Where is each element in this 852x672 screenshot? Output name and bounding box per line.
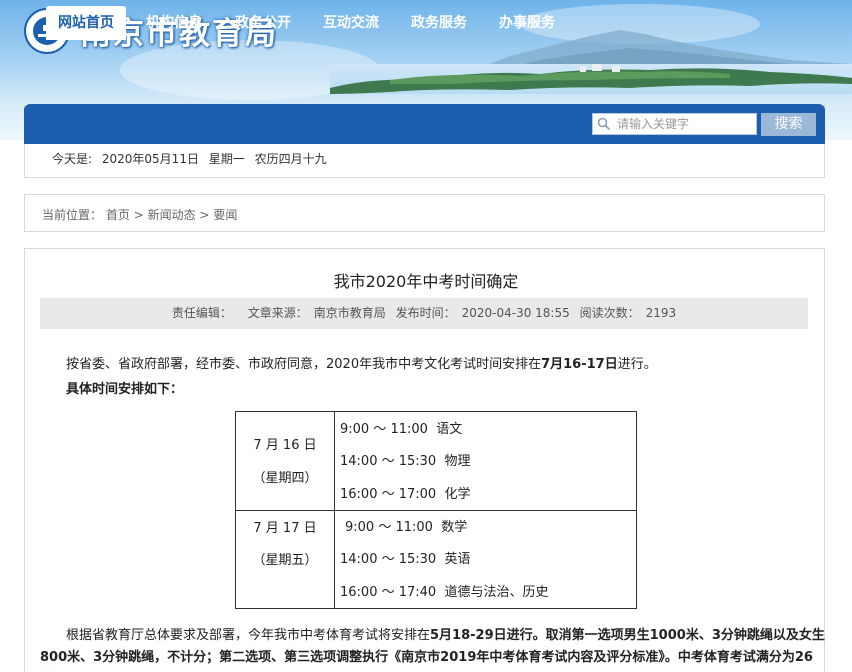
- meta-source-label: 文章来源：: [247, 306, 308, 320]
- breadcrumb-separator: >: [133, 208, 144, 222]
- session-time: 16:00 ～ 17:00: [340, 487, 437, 502]
- session-subject: 道德与法治、历史: [444, 585, 549, 600]
- schedule-heading-text: 具体时间安排如下：: [66, 382, 184, 397]
- nav-item-interaction[interactable]: 互动交流: [310, 6, 392, 40]
- session-subject: 化学: [444, 487, 471, 502]
- intro-dates: 7月16-17日: [541, 357, 618, 372]
- table-divider: [236, 510, 636, 511]
- session-time: 14:00 ～ 15:30: [340, 454, 437, 469]
- intro-text-end: 进行。: [617, 357, 657, 372]
- meta-views: 2193: [645, 306, 677, 320]
- breadcrumb-news[interactable]: 新闻动态: [148, 208, 196, 222]
- current-weekday: 星期一: [208, 152, 245, 166]
- day-2-date: 7 月 17 日: [253, 521, 317, 536]
- breadcrumb-separator: >: [199, 208, 210, 222]
- session-time: 14:00 ～ 15:30: [340, 552, 437, 567]
- table-row: 9:00 ～ 11:00 语文: [340, 418, 462, 437]
- current-date: 2020年05月11日: [101, 152, 199, 166]
- pe-text-bold: 800米、3分钟跳绳，不计分；第二选项、第三选项调整执行《南京市2019年中考体…: [40, 650, 813, 665]
- table-row: 14:00 ～ 15:30 物理: [340, 450, 470, 469]
- meta-published: 2020-04-30 18:55: [461, 306, 570, 320]
- breadcrumb: 当前位置： 首页 > 新闻动态 > 要闻: [42, 206, 237, 223]
- meta-source: 南京市教育局: [313, 306, 386, 320]
- island-illustration: [330, 64, 852, 94]
- article-intro: 按省委、省政府部署，经市委、市政府同意，2020年我市中考文化考试时间安排在7月…: [66, 353, 657, 372]
- session-subject: 语文: [436, 422, 463, 437]
- table-row: 9:00 ～ 11:00 数学: [345, 516, 467, 535]
- table-row: 16:00 ～ 17:00 化学: [340, 483, 470, 502]
- date-prefix: 今天是:: [52, 152, 93, 166]
- search-button[interactable]: 搜索: [761, 113, 816, 136]
- intro-text: 按省委、省政府部署，经市委、市政府同意，2020年我市中考文化考试时间安排在: [66, 357, 542, 372]
- search-icon: [597, 117, 611, 131]
- breadcrumb-headlines[interactable]: 要闻: [213, 208, 237, 222]
- breadcrumb-panel: 当前位置： 首页 > 新闻动态 > 要闻: [24, 194, 825, 232]
- nav-item-organization[interactable]: 机构信息: [133, 6, 215, 40]
- article-pe-paragraph: 根据省教育厅总体要求及部署，今年我市中考体育考试将安排在5月18-29日进行。取…: [66, 624, 825, 643]
- search-box: [592, 113, 757, 135]
- pe-text: 根据省教育厅总体要求及部署，今年我市中考体育考试将安排在: [66, 628, 431, 643]
- meta-views-label: 阅读次数：: [579, 306, 640, 320]
- session-time: 16:00 ～ 17:40: [340, 585, 437, 600]
- session-time: 9:00 ～ 11:00: [340, 422, 428, 437]
- exam-schedule-table: 7 月 16 日 （星期四） 9:00 ～ 11:00 语文 14:00 ～ 1…: [235, 411, 637, 609]
- pe-text-bold: 5月18-29日进行。取消第一选项男生1000米、3分钟跳绳以及女生: [430, 628, 825, 643]
- lunar-date: 农历四月十九: [254, 152, 327, 166]
- table-divider: [334, 412, 335, 608]
- search-input[interactable]: [617, 114, 755, 134]
- session-subject: 英语: [444, 552, 471, 567]
- nav-item-home[interactable]: 网站首页: [46, 6, 126, 40]
- breadcrumb-home[interactable]: 首页: [106, 208, 130, 222]
- date-line: 今天是: 2020年05月11日 星期一 农历四月十九: [52, 150, 333, 167]
- meta-editor-label: 责任编辑：: [171, 306, 232, 320]
- table-row: 14:00 ～ 15:30 英语: [340, 548, 470, 567]
- article-pe-paragraph-line3: 分。: [40, 668, 66, 672]
- breadcrumb-label: 当前位置：: [42, 208, 103, 222]
- article-meta: 责任编辑： 文章来源： 南京市教育局 发布时间： 2020-04-30 18:55 …: [40, 298, 808, 329]
- day-1-date: 7 月 16 日: [253, 438, 317, 453]
- meta-published-label: 发布时间：: [395, 306, 456, 320]
- nav-item-services[interactable]: 办事服务: [486, 6, 568, 40]
- session-subject: 物理: [444, 454, 471, 469]
- day-1-weekday: （星期四）: [252, 471, 318, 486]
- table-row: 16:00 ～ 17:40 道德与法治、历史: [340, 581, 548, 600]
- day-2-weekday: （星期五）: [252, 553, 318, 568]
- schedule-heading: 具体时间安排如下：: [66, 378, 183, 397]
- nav-item-government-services[interactable]: 政务服务: [398, 6, 480, 40]
- article-title: 我市2020年中考时间确定: [333, 272, 519, 291]
- session-subject: 数学: [441, 520, 468, 535]
- article-pe-paragraph-line2: 800米、3分钟跳绳，不计分；第二选项、第三选项调整执行《南京市2019年中考体…: [40, 646, 813, 665]
- session-time: 9:00 ～ 11:00: [345, 520, 433, 535]
- nav-item-government-affairs[interactable]: 政务公开: [222, 6, 304, 40]
